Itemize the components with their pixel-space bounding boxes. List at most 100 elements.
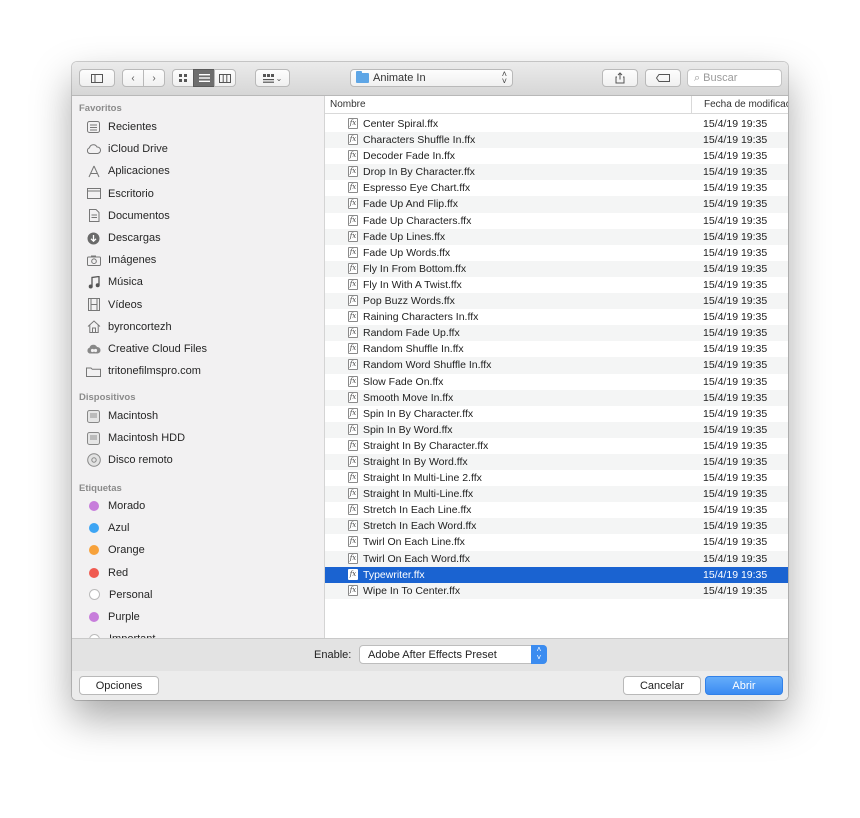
sidebar-toggle-button[interactable] <box>79 69 115 87</box>
column-header-name[interactable]: Nombre <box>330 99 366 110</box>
sidebar-item-morado[interactable]: Morado <box>86 496 145 516</box>
ffx-file-icon: fx <box>348 295 358 307</box>
sidebar-item-escritorio[interactable]: Escritorio <box>86 184 154 204</box>
updown-arrows-icon: ˄ ˅ <box>501 69 507 86</box>
file-row[interactable]: fx Spin In By Word.ffx 15/4/19 19:35 <box>325 421 788 438</box>
file-row[interactable]: fx Slow Fade On.ffx 15/4/19 19:35 <box>325 374 788 390</box>
file-row[interactable]: fx Drop In By Character.ffx 15/4/19 19:35 <box>325 164 788 181</box>
sidebar-item-label: Escritorio <box>108 187 154 200</box>
file-date: 15/4/19 19:35 <box>703 552 768 565</box>
sidebar-item-label: Macintosh HDD <box>108 432 186 445</box>
sidebar-item-v-deos[interactable]: Vídeos <box>86 295 142 315</box>
sidebar-item-im-genes[interactable]: Imágenes <box>86 250 156 270</box>
open-button[interactable]: Abrir <box>705 676 783 695</box>
search-field[interactable]: ⌕ <box>687 69 782 87</box>
file-list: Nombre Fecha de modificac fx Center Spira… <box>325 96 788 638</box>
sidebar-item-aplicaciones[interactable]: Aplicaciones <box>86 161 170 181</box>
file-row[interactable]: fx Straight In By Character.ffx 15/4/19 19… <box>325 438 788 454</box>
search-input[interactable] <box>703 72 774 84</box>
file-date: 15/4/19 19:35 <box>703 118 768 130</box>
file-row[interactable]: fx Fade Up Lines.ffx 15/4/19 19:35 <box>325 228 788 245</box>
sidebar-item-macintosh[interactable]: Macintosh <box>86 406 158 426</box>
file-date: 15/4/19 19:35 <box>703 375 768 388</box>
options-button[interactable]: Opciones <box>79 676 159 695</box>
sidebar-item-icloud-drive[interactable]: iCloud Drive <box>86 139 168 159</box>
sidebar-item-personal[interactable]: Personal <box>86 585 152 605</box>
file-row[interactable]: fx Twirl On Each Word.ffx 15/4/19 19:35 <box>325 550 788 567</box>
file-row[interactable]: fx Wipe In To Center.ffx 15/4/19 19:35 <box>325 582 788 599</box>
file-name: Characters Shuffle In.ffx <box>363 134 476 147</box>
forward-button[interactable]: › <box>143 69 165 87</box>
file-row[interactable]: fx Stretch In Each Word.ffx 15/4/19 19:35 <box>325 518 788 535</box>
column-header-date[interactable]: Fecha de modificac <box>704 99 788 110</box>
column-divider[interactable] <box>691 96 692 113</box>
sidebar-item-azul[interactable]: Azul <box>86 518 129 538</box>
disk-icon <box>86 409 101 423</box>
file-row[interactable]: fx Characters Shuffle In.ffx 15/4/19 19:35 <box>325 132 788 149</box>
remote-disc-icon <box>86 453 101 468</box>
file-row[interactable]: fx Decoder Fade In.ffx 15/4/19 19:35 <box>325 148 788 164</box>
toolbar: ‹ › ⌄ Animate In ˄ ˅ ⌕ Buscar <box>72 62 788 96</box>
sidebar-item-recientes[interactable]: Recientes <box>86 117 157 137</box>
ffx-file-icon: fx <box>348 327 358 339</box>
sidebar-item-descargas[interactable]: Descargas <box>86 228 161 248</box>
file-date: 15/4/19 19:35 <box>703 520 768 533</box>
file-row[interactable]: fx Fade Up Characters.ffx 15/4/19 19:35 <box>325 213 788 229</box>
file-date: 15/4/19 19:35 <box>703 488 768 501</box>
file-row[interactable]: fx Fly In With A Twist.ffx 15/4/19 19:35 <box>325 277 788 293</box>
file-row[interactable]: fx Twirl On Each Line.ffx 15/4/19 19:35 <box>325 534 788 550</box>
film-icon <box>86 298 101 312</box>
sidebar-item-red[interactable]: Red <box>86 563 128 583</box>
file-name: Typewriter.ffx <box>363 568 425 581</box>
file-date: 15/4/19 19:35 <box>703 262 768 275</box>
file-row[interactable]: fx Espresso Eye Chart.ffx 15/4/19 19:35 <box>325 180 788 196</box>
folder-icon <box>356 71 369 83</box>
file-date: 15/4/19 19:35 <box>703 278 768 291</box>
list-view-button[interactable] <box>193 69 215 87</box>
file-row[interactable]: fx Center Spiral.ffx 15/4/19 19:35 <box>325 116 788 132</box>
sidebar-item-creative-cloud-files[interactable]: Creative Cloud Files <box>86 339 207 359</box>
file-row[interactable]: fx Random Fade Up.ffx 15/4/19 19:35 <box>325 325 788 342</box>
back-button[interactable]: ‹ <box>122 69 144 87</box>
file-row[interactable]: fx Random Word Shuffle In.ffx 15/4/19 19:3… <box>325 357 788 374</box>
sidebar-item-disco-remoto[interactable]: Disco remoto <box>86 450 173 470</box>
file-row[interactable]: fx Typewriter.ffx 15/4/19 19:35 <box>325 566 788 583</box>
sidebar-item-purple[interactable]: Purple <box>86 607 140 627</box>
sidebar-item-label: Orange <box>108 544 145 557</box>
sidebar-item-byroncortezh[interactable]: byroncortezh <box>86 317 172 337</box>
file-date: 15/4/19 19:35 <box>703 391 768 404</box>
chevron-left-icon: ‹ <box>131 72 135 84</box>
file-row[interactable]: fx Straight In Multi-Line 2.ffx 15/4/19 19… <box>325 470 788 486</box>
file-date: 15/4/19 19:35 <box>703 311 768 324</box>
file-row[interactable]: fx Fade Up Words.ffx 15/4/19 19:35 <box>325 245 788 261</box>
file-row[interactable]: fx Random Shuffle In.ffx 15/4/19 19:35 <box>325 341 788 357</box>
file-name: Spin In By Character.ffx <box>363 407 474 420</box>
home-icon <box>86 320 101 334</box>
file-row[interactable]: fx Fade Up And Flip.ffx 15/4/19 19:35 <box>325 196 788 213</box>
sidebar-item-important[interactable]: Important <box>86 629 155 638</box>
tags-button[interactable] <box>645 69 681 87</box>
sidebar-item-tritonefilmspro-com[interactable]: tritonefilmspro.com <box>86 361 201 381</box>
file-row[interactable]: fx Raining Characters In.ffx 15/4/19 19:35 <box>325 309 788 325</box>
sidebar-item-documentos[interactable]: Documentos <box>86 206 170 226</box>
group-by-button[interactable]: ⌄ <box>255 69 290 87</box>
location-popup[interactable]: Animate In ˄ ˅ <box>350 69 513 87</box>
sidebar-item-macintosh-hdd[interactable]: Macintosh HDD <box>86 428 185 448</box>
grid-icon <box>178 73 187 82</box>
file-row[interactable]: fx Pop Buzz Words.ffx 15/4/19 19:35 <box>325 293 788 310</box>
column-view-button[interactable] <box>214 69 236 87</box>
file-row[interactable]: fx Smooth Move In.ffx 15/4/19 19:35 <box>325 389 788 406</box>
file-row[interactable]: fx Stretch In Each Line.ffx 15/4/19 19:35 <box>325 502 788 518</box>
cancel-button[interactable]: Cancelar <box>623 676 701 695</box>
enable-select[interactable]: Adobe After Effects Preset ˄ ˅ <box>359 645 547 664</box>
file-row[interactable]: fx Straight In Multi-Line.ffx 15/4/19 19:3… <box>325 486 788 503</box>
file-row[interactable]: fx Spin In By Character.ffx 15/4/19 19:35 <box>325 406 788 422</box>
recents-icon <box>86 120 101 134</box>
file-row[interactable]: fx Straight In By Word.ffx 15/4/19 19:35 <box>325 453 788 471</box>
icon-view-button[interactable] <box>172 69 194 87</box>
file-row[interactable]: fx Fly In From Bottom.ffx 15/4/19 19:35 <box>325 260 788 277</box>
sidebar-item-orange[interactable]: Orange <box>86 540 145 560</box>
file-name: Random Shuffle In.ffx <box>363 343 464 356</box>
share-button[interactable] <box>602 69 638 87</box>
sidebar-item-m-sica[interactable]: Música <box>86 272 143 292</box>
